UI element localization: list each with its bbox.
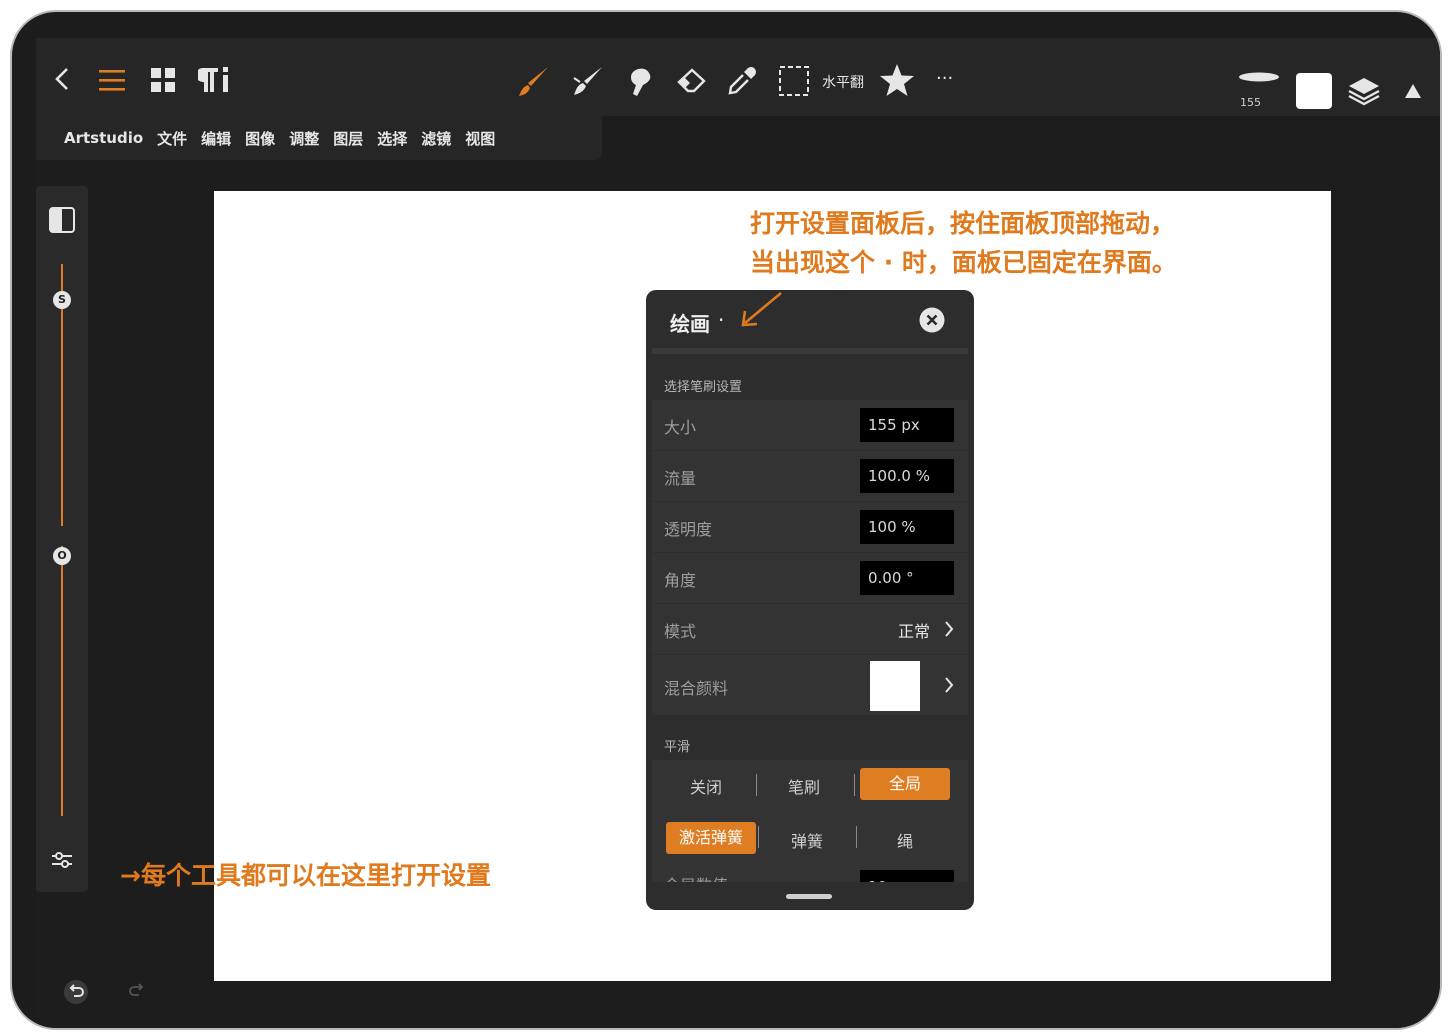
- section-smoothing: 平滑: [664, 740, 691, 755]
- global-value-input[interactable]: 10: [860, 870, 954, 882]
- mode-value: 正常: [897, 622, 930, 641]
- global-value-label: 全局数值: [664, 872, 728, 882]
- mix-paint-row[interactable]: 混合颜料: [652, 655, 968, 715]
- redo-icon[interactable]: [124, 978, 150, 1004]
- size-input[interactable]: 155 px: [860, 408, 954, 442]
- device-frame: 水平翻 ··· 155 Artstudio 文件 编辑 图像 调整 图层 选择 …: [10, 10, 1442, 1030]
- tool-settings-icon[interactable]: [48, 846, 76, 874]
- smudge-tool-icon[interactable]: [570, 64, 606, 98]
- back-icon[interactable]: [50, 64, 74, 94]
- eraser-tool-icon[interactable]: [674, 64, 710, 98]
- app-screen: 水平翻 ··· 155 Artstudio 文件 编辑 图像 调整 图层 选择 …: [36, 38, 1440, 1028]
- brush-size-value: 155: [1240, 96, 1261, 109]
- angle-row: 角度 0.00 °: [652, 553, 968, 603]
- global-value-row-clipped: 全局数值 10: [652, 864, 968, 882]
- size-slider-knob[interactable]: S: [53, 291, 71, 309]
- undo-icon[interactable]: [62, 978, 90, 1006]
- chevron-right-icon: [942, 675, 956, 695]
- mode-label: 模式: [664, 622, 697, 641]
- menu-select[interactable]: 选择: [377, 128, 407, 149]
- eyedropper-tool-icon[interactable]: [724, 64, 760, 98]
- spring-segmented: 激活弹簧 弹簧 绳: [652, 812, 968, 864]
- top-toolbar: 水平翻 ··· 155: [36, 38, 1440, 116]
- panel-drag-handle[interactable]: [786, 894, 832, 899]
- main-menu-bar: Artstudio 文件 编辑 图像 调整 图层 选择 滤镜 视图: [36, 116, 602, 160]
- layers-icon[interactable]: [1346, 74, 1382, 108]
- paragraph-info-icon[interactable]: [196, 64, 236, 96]
- opacity-input[interactable]: 100 %: [860, 510, 954, 544]
- mode-row[interactable]: 模式 正常: [652, 604, 968, 654]
- spring-active-option[interactable]: 激活弹簧: [666, 822, 756, 854]
- segment-divider: [854, 774, 855, 796]
- collapse-toolbar-icon[interactable]: [1402, 82, 1424, 100]
- size-row: 大小 155 px: [652, 400, 968, 450]
- smooth-brush-option[interactable]: 笔刷: [760, 774, 848, 798]
- opacity-slider-knob[interactable]: O: [53, 547, 71, 565]
- rope-option[interactable]: 绳: [860, 828, 950, 852]
- flow-row: 流量 100.0 %: [652, 451, 968, 501]
- mix-paint-label: 混合颜料: [664, 679, 729, 698]
- annotation-arrow-icon: [736, 288, 788, 330]
- annotation-top-line2: 当出现这个 · 时，面板已固定在界面。: [750, 248, 1177, 277]
- color-swatch[interactable]: [1296, 73, 1332, 109]
- opacity-slider-track[interactable]: [61, 546, 63, 816]
- angle-input[interactable]: 0.00 °: [860, 561, 954, 595]
- menu-artstudio[interactable]: Artstudio: [64, 129, 143, 147]
- menu-file[interactable]: 文件: [157, 128, 187, 149]
- panel-pinned-dot: ·: [718, 308, 725, 332]
- segment-divider: [756, 774, 757, 796]
- menu-edit[interactable]: 编辑: [201, 128, 231, 149]
- segment-divider: [856, 826, 857, 848]
- angle-label: 角度: [664, 571, 697, 590]
- flow-label: 流量: [664, 469, 697, 488]
- menu-icon[interactable]: [96, 66, 128, 94]
- segment-divider: [758, 826, 759, 848]
- brush-size-preview-icon[interactable]: [1238, 70, 1280, 84]
- section-brush-settings: 选择笔刷设置: [664, 380, 743, 395]
- flow-input[interactable]: 100.0 %: [860, 459, 954, 493]
- menu-image[interactable]: 图像: [245, 128, 275, 149]
- left-slider-sidebar: S O: [36, 186, 88, 892]
- mix-color-swatch[interactable]: [870, 661, 920, 711]
- annotation-bottom: →每个工具都可以在这里打开设置: [120, 861, 491, 890]
- menu-filter[interactable]: 滤镜: [421, 128, 451, 149]
- chevron-right-icon: [942, 619, 956, 639]
- smoothing-segmented: 关闭 笔刷 全局: [652, 760, 968, 812]
- favorite-star-icon[interactable]: [878, 62, 916, 98]
- flip-horizontal-label[interactable]: 水平翻: [822, 72, 864, 92]
- split-view-icon[interactable]: [46, 204, 78, 236]
- opacity-label: 透明度: [664, 520, 713, 539]
- selection-tool-icon[interactable]: [776, 64, 812, 98]
- smooth-global-option[interactable]: 全局: [860, 768, 950, 800]
- menu-view[interactable]: 视图: [465, 128, 495, 149]
- blend-tool-icon[interactable]: [622, 64, 658, 98]
- panel-header[interactable]: 绘画 ·: [646, 290, 974, 350]
- smooth-off-option[interactable]: 关闭: [662, 774, 750, 798]
- size-label: 大小: [664, 418, 697, 437]
- spring-option[interactable]: 弹簧: [762, 828, 852, 852]
- opacity-row: 透明度 100 %: [652, 502, 968, 552]
- annotation-top-line1: 打开设置面板后，按住面板顶部拖动，: [750, 209, 1176, 238]
- brush-tool-icon[interactable]: [516, 64, 552, 98]
- menu-adjust[interactable]: 调整: [289, 128, 319, 149]
- close-icon[interactable]: [918, 306, 946, 334]
- panel-header-divider: [652, 348, 968, 354]
- gallery-grid-icon[interactable]: [148, 66, 178, 94]
- menu-layer[interactable]: 图层: [333, 128, 363, 149]
- painting-settings-panel[interactable]: 绘画 · 选择笔刷设置 大小 155 px 流量 100.0 % 透明度 100…: [646, 290, 974, 910]
- panel-title: 绘画: [670, 312, 710, 336]
- more-options-icon[interactable]: ···: [936, 68, 953, 89]
